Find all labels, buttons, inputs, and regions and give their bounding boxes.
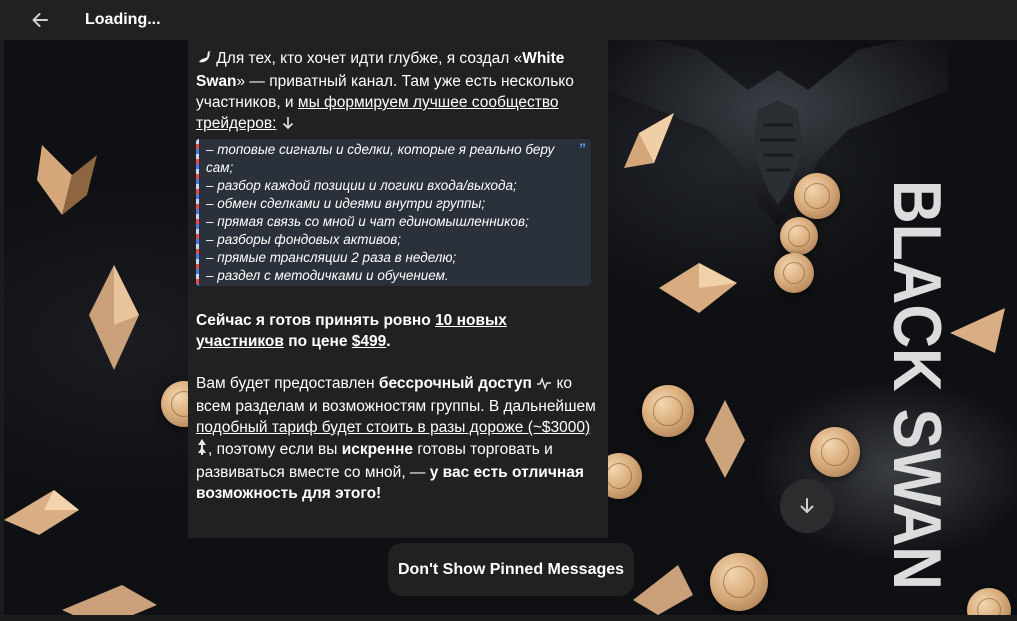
- coin-decoration: [967, 588, 1011, 615]
- message-bubble: Для тех, кто хочет идти глубже, я создал…: [188, 40, 608, 538]
- bottom-divider: [0, 615, 1017, 621]
- crystal-decoration: [659, 263, 737, 313]
- arrow-down-icon: [800, 498, 814, 513]
- future-price-link[interactable]: подобный тариф будет стоить в разы дорож…: [196, 419, 590, 436]
- price-link[interactable]: $499: [352, 333, 386, 350]
- crystal-decoration: [62, 585, 157, 615]
- access-text: Вам будет предоставлен: [196, 375, 379, 392]
- quote-line: – прямая связь со мной и чат единомышлен…: [206, 214, 529, 229]
- back-button[interactable]: [28, 8, 52, 32]
- sincerely-text: искренне: [341, 441, 414, 458]
- chart-emoji-icon: [196, 438, 208, 462]
- top-bar: Loading...: [0, 0, 1017, 40]
- crystal-decoration: [705, 400, 745, 478]
- quote-line: – обмен сделками и идеями внутри группы;: [206, 196, 486, 211]
- swan-emoji-icon: [196, 49, 212, 71]
- intro-text: Для тех, кто хочет идти глубже, я создал…: [212, 50, 523, 67]
- brand-watermark-text: BLACK SWAN: [879, 180, 955, 590]
- lifetime-access-text: бессрочный доступ: [378, 375, 532, 392]
- quote-line: – разборы фондовых активов;: [206, 232, 402, 247]
- brand-watermark: BLACK SWAN: [879, 180, 955, 590]
- access-text-2: , поэтому если вы: [208, 441, 342, 458]
- coin-decoration: [710, 553, 768, 611]
- crystal-decoration: [4, 490, 79, 535]
- crystal-decoration: [37, 145, 97, 215]
- offer-text-end: .: [386, 333, 391, 350]
- chat-title: Loading...: [85, 11, 161, 28]
- crystal-decoration: [633, 565, 693, 615]
- crystal-decoration: [624, 113, 674, 168]
- offer-text: Сейчас я готов принять ровно: [196, 312, 436, 329]
- access-paragraph: Вам будет предоставлен бессрочный доступ…: [196, 373, 598, 504]
- pulse-emoji-icon: [536, 375, 552, 396]
- quote-line: – топовые сигналы и сделки, которые я ре…: [206, 142, 555, 175]
- quote-line: – прямые трансляции 2 раза в неделю;: [206, 250, 457, 265]
- quote-icon: ”: [579, 140, 586, 156]
- offer-text-mid: по цене: [283, 333, 352, 350]
- quote-line: – раздел с методичками и обучением.: [206, 268, 449, 283]
- coin-decoration: [642, 385, 694, 437]
- quote-line: – разбор каждой позиции и логики входа/в…: [206, 178, 517, 193]
- dont-show-pinned-button[interactable]: Don't Show Pinned Messages: [388, 543, 634, 596]
- arrow-left-icon: [32, 13, 48, 27]
- message-text: Для тех, кто хочет идти глубже, я создал…: [188, 40, 608, 504]
- arrow-down-emoji-icon: [281, 115, 295, 136]
- crystal-decoration: [89, 265, 139, 370]
- features-blockquote: ” – топовые сигналы и сделки, которые я …: [196, 139, 591, 286]
- scroll-down-button[interactable]: [780, 479, 834, 533]
- offer-paragraph: Сейчас я готов принять ровно 10 новых уч…: [196, 310, 598, 352]
